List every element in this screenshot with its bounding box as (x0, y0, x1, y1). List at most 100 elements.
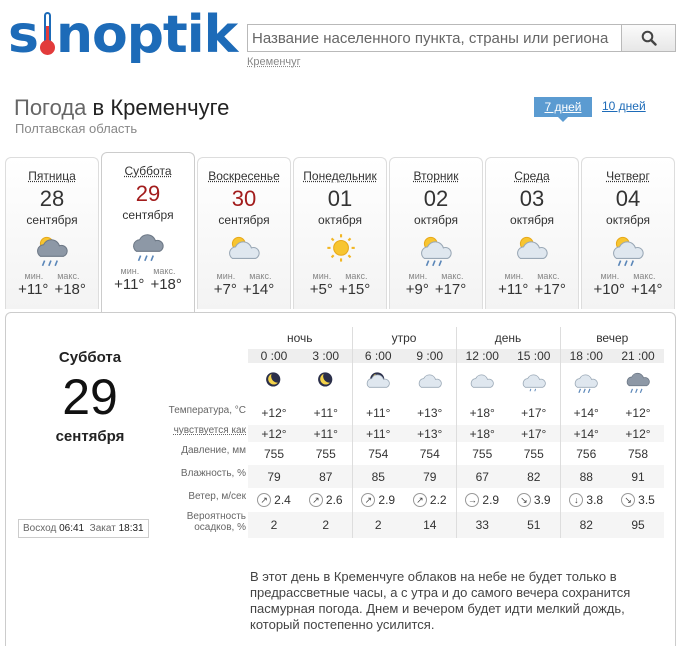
feels-row-cell: +12° (612, 425, 664, 442)
selected-day-name: Суббота (58, 349, 122, 366)
precip-row-cell: 33 (455, 512, 508, 538)
period-1: утро (351, 327, 456, 349)
precip-row-cell: 51 (508, 512, 560, 538)
hour-row: 0 :00 3 :00 6 :00 9 :00 12 :00 15 :00 18 :00 21… (248, 349, 664, 363)
period-0: ночь (286, 331, 313, 345)
day-tab-3[interactable]: Понедельник 01 октября мин. макс. +5° +15° (293, 157, 387, 309)
wind-row-cell: ↗ 2.6 (300, 488, 352, 512)
day-name[interactable]: Суббота (102, 164, 194, 178)
pressure-row-cell: 756 (559, 442, 612, 465)
pressure-label: Давление, мм (181, 445, 246, 456)
day-tab-4[interactable]: Вторник 02 октября мин. макс. +9° +17° (389, 157, 483, 309)
pressure-row-cell: 755 (263, 446, 285, 461)
min-temp: +7° (213, 281, 237, 298)
day-weather-icon (582, 230, 674, 270)
period-2: день (455, 327, 560, 349)
hourly-table: ночь утро день вечер 0 :00 3 :00 6 :00 9 :00 12 … (248, 327, 664, 538)
day-number: 01 (327, 186, 353, 211)
precip-row-cell: 2 (300, 512, 352, 538)
wind-direction-icon: ↘ (621, 493, 636, 507)
max-temp: +14° (242, 281, 275, 298)
precip-label: Вероятность осадков, % (186, 511, 246, 533)
min-max-temps: +11° +17° (486, 281, 578, 298)
humidity-label: Влажность, % (180, 468, 246, 479)
precip-row: 2 2 2 14 33 51 82 95 (248, 512, 664, 538)
min-max-labels: мин. макс. (216, 271, 272, 281)
day-name[interactable]: Среда (486, 169, 578, 183)
hour-row-cell: 3 :00 (300, 349, 352, 363)
hour-row-cell: 21 :00 (612, 349, 664, 363)
day-tab-6[interactable]: Четверг 04 октября мин. макс. +10° +14° (581, 157, 675, 309)
min-max-temps: +10° +14° (582, 281, 674, 298)
day-name[interactable]: Воскресенье (198, 169, 290, 183)
sinoptik-logo[interactable]: s noptik (8, 6, 238, 64)
search-input[interactable] (248, 25, 620, 51)
hour-row-cell: 9 :00 (404, 349, 456, 363)
search-button[interactable] (621, 25, 675, 51)
search-box (247, 24, 676, 52)
day-weather-icon (6, 230, 98, 270)
dark-cloud-rain-icon (626, 372, 650, 393)
day-tab-2[interactable]: Воскресенье 30 сентября мин. макс. +7° +14° (197, 157, 291, 309)
min-max-temps: +7° +14° (198, 281, 290, 298)
moon-cloud-icon (317, 371, 333, 387)
sunrise-sunset: Восход 06:41 Закат 18:31 (18, 519, 149, 538)
cloud-rain-icon (575, 373, 598, 393)
min-temp: +10° (593, 281, 625, 298)
min-max-temps: +5° +15° (294, 281, 386, 298)
icon-row-cell (455, 363, 508, 401)
tab-10-days[interactable]: 10 дней (602, 99, 646, 113)
cloudy-rain-icon (133, 234, 164, 262)
min-max-labels: мин. макс. (312, 271, 368, 281)
cloudy-sun-rain-icon (37, 236, 68, 267)
wind-direction-icon: ↗ (308, 493, 323, 507)
wind-row-cell: ↘ 3.9 (508, 488, 560, 512)
feels-row-cell: +11° (300, 425, 352, 442)
min-max-labels: мин. макс. (600, 271, 656, 281)
wind-row-cell: → 2.9 (455, 488, 508, 512)
day-name[interactable]: Пятница (6, 169, 98, 183)
temp-row-cell: +14° (559, 401, 612, 425)
feels-row-cell: +12° (248, 425, 300, 442)
temp-row-cell: +17° (521, 406, 547, 420)
temp-row-cell: +12° (261, 406, 287, 420)
day-month: октября (606, 213, 650, 227)
cloud-icon (418, 373, 442, 388)
pressure-row-cell: 754 (419, 446, 440, 461)
feels-row-cell: +11° (351, 425, 404, 442)
feels-row-cell: +14° (559, 425, 612, 442)
moon-cloud-icon (266, 371, 281, 387)
tab-7-days[interactable]: 7 дней (534, 97, 592, 122)
max-temp: +18° (54, 281, 86, 298)
day-tab-5[interactable]: Среда 03 октября мин. макс. +11° +17° (485, 157, 579, 309)
day-tab-1[interactable]: Суббота 29 сентября мин. макс. +11° +18° (101, 152, 195, 312)
feels-row-cell: +13° (404, 425, 456, 442)
icon-row-cell (559, 363, 612, 401)
temp-row: +12° +11° +11° +13° +18° +17° +14° +12° (248, 401, 664, 425)
hour-row-cell: 0 :00 (248, 349, 300, 363)
day-name[interactable]: Понедельник (294, 169, 386, 183)
day-tab-0[interactable]: Пятница 28 сентября мин. макс. +11° +18° (5, 157, 99, 309)
max-temp: +15° (338, 281, 371, 298)
icon-row-cell (300, 363, 352, 401)
pressure-row-cell: 755 (315, 446, 336, 461)
min-max-labels: мин. макс. (24, 271, 80, 281)
day-name[interactable]: Вторник (390, 169, 482, 183)
feels-row-cell: +17° (508, 425, 560, 442)
feels-like-label[interactable]: чувствуется как (156, 422, 246, 439)
icon-row-cell (612, 363, 664, 401)
recent-city-link[interactable]: Кременчуг (247, 56, 301, 68)
day-month: октября (414, 213, 458, 227)
pressure-row-cell: 758 (627, 446, 649, 461)
temp-row-cell: +13° (417, 406, 443, 420)
sun-cloud-rain-icon (613, 236, 644, 267)
temp-row-cell: +11° (313, 406, 338, 420)
cloud-icon (471, 373, 494, 388)
day-month: сентября (26, 213, 78, 227)
day-number: 28 (39, 186, 65, 211)
min-temp: +11° (18, 281, 49, 298)
temp-row-cell: +18° (455, 401, 508, 425)
min-temp: +9° (405, 281, 429, 298)
wind-row-cell: ↗ 2.9 (351, 488, 404, 512)
day-name[interactable]: Четверг (582, 169, 674, 183)
